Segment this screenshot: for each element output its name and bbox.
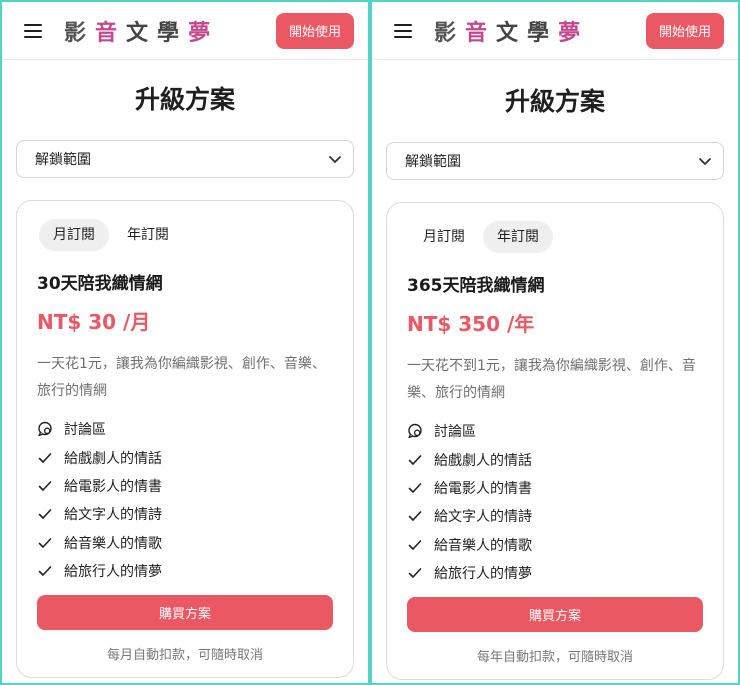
list-item: 給戲劇人的情話 <box>37 443 333 471</box>
buy-plan-button[interactable]: 購買方案 <box>37 595 333 631</box>
list-item: 給音樂人的情歌 <box>37 529 333 557</box>
scope-select[interactable]: 解鎖範圍 <box>386 142 724 180</box>
menu-icon[interactable] <box>24 23 42 38</box>
scope-select[interactable]: 解鎖範圍 <box>16 140 354 178</box>
feature-label: 給旅行人的情夢 <box>434 566 532 583</box>
chevron-down-icon <box>329 156 341 163</box>
tab-monthly[interactable]: 月訂閱 <box>409 221 479 253</box>
billing-note: 每月自動扣款，可隨時取消 <box>106 648 263 664</box>
start-button[interactable]: 開始使用 <box>275 12 354 49</box>
site-logo[interactable]: 影 音 文 學 夢 <box>64 15 219 47</box>
feature-label: 給電影人的情書 <box>434 480 532 497</box>
billing-tabs: 月訂閱 年訂閱 <box>39 219 333 251</box>
feature-label: 給文字人的情詩 <box>434 509 532 526</box>
logo-char: 影 <box>434 19 466 46</box>
feature-label: 給戲劇人的情話 <box>434 452 532 469</box>
check-icon <box>38 566 52 576</box>
plan-title: 30天陪我織情網 <box>37 274 163 294</box>
feature-label: 給戲劇人的情話 <box>64 450 162 467</box>
plan-description: 一天花不到1元，讓我為你編織影視、創作、音樂、旅行的情網 <box>407 358 696 401</box>
list-item: 討論區 <box>407 417 703 445</box>
feature-label: 給音樂人的情歌 <box>64 535 162 552</box>
page-title: 升級方案 <box>504 87 605 116</box>
logo-char: 影 <box>64 19 96 46</box>
page-title: 升級方案 <box>134 85 235 114</box>
feature-label: 給旅行人的情夢 <box>64 564 162 581</box>
list-item: 討論區 <box>37 415 333 443</box>
logo-char: 音 <box>465 19 497 46</box>
site-logo[interactable]: 影 音 文 學 夢 <box>434 15 589 47</box>
buy-plan-button[interactable]: 購買方案 <box>407 597 703 633</box>
start-button[interactable]: 開始使用 <box>645 12 724 49</box>
list-item: 給電影人的情書 <box>37 472 333 500</box>
feature-label: 給文字人的情詩 <box>64 507 162 524</box>
tab-yearly[interactable]: 年訂閱 <box>483 221 553 253</box>
chat-bubble-icon <box>408 423 422 439</box>
plan-description: 一天花1元，讓我為你編織影視、創作、音樂、旅行的情網 <box>37 356 326 399</box>
tab-yearly[interactable]: 年訂閱 <box>113 219 183 251</box>
billing-note: 每年自動扣款，可隨時取消 <box>476 650 633 666</box>
logo-char: 學 <box>157 19 189 46</box>
check-icon <box>38 481 52 491</box>
logo-char: 學 <box>527 19 559 46</box>
menu-icon[interactable] <box>394 23 412 38</box>
feature-list: 討論區 給戲劇人的情話 給電影人的情書 給文字人的情詩 給音樂人的情歌 給旅行人… <box>407 417 703 587</box>
feature-list: 討論區 給戲劇人的情話 給電影人的情書 給文字人的情詩 給音樂人的情歌 給旅行人… <box>37 415 333 585</box>
scope-select-value: 解鎖範圍 <box>35 152 91 168</box>
list-item: 給文字人的情詩 <box>37 500 333 528</box>
check-icon <box>408 539 422 550</box>
feature-label: 給音樂人的情歌 <box>434 537 532 554</box>
check-icon <box>38 537 52 548</box>
scope-select-value: 解鎖範圍 <box>405 154 461 170</box>
logo-char: 音 <box>95 19 127 46</box>
list-item: 給旅行人的情夢 <box>407 559 703 587</box>
check-icon <box>38 452 52 463</box>
feature-label: 討論區 <box>434 424 476 441</box>
top-nav: 影 音 文 學 夢 開始使用 <box>2 2 368 60</box>
phone-panel-yearly: 影 音 文 學 夢 開始使用 升級方案 解鎖範圍 月訂閱 年訂閱 365天陪我織… <box>372 2 738 683</box>
check-icon <box>408 568 422 578</box>
top-nav: 影 音 文 學 夢 開始使用 <box>372 2 738 60</box>
check-icon <box>408 511 422 522</box>
billing-tabs: 月訂閱 年訂閱 <box>409 221 703 253</box>
tab-monthly[interactable]: 月訂閱 <box>39 219 109 251</box>
list-item: 給電影人的情書 <box>407 474 703 502</box>
plan-card: 月訂閱 年訂閱 30天陪我織情網 NT$ 30 /月 一天花1元，讓我為你編織影… <box>16 200 354 678</box>
logo-char: 文 <box>126 19 158 46</box>
logo-char: 夢 <box>558 19 590 46</box>
phone-panel-monthly: 影 音 文 學 夢 開始使用 升級方案 解鎖範圍 月訂閱 年訂閱 30天陪我織情… <box>2 2 368 683</box>
logo-char: 夢 <box>188 19 220 46</box>
feature-label: 給電影人的情書 <box>64 478 162 495</box>
plan-price: NT$ 350 /年 <box>407 312 535 336</box>
list-item: 給旅行人的情夢 <box>37 557 333 585</box>
list-item: 給音樂人的情歌 <box>407 531 703 559</box>
check-icon <box>38 509 52 520</box>
plan-title: 365天陪我織情網 <box>407 276 545 296</box>
plan-card: 月訂閱 年訂閱 365天陪我織情網 NT$ 350 /年 一天花不到1元，讓我為… <box>386 202 724 680</box>
plan-price: NT$ 30 /月 <box>37 310 151 334</box>
check-icon <box>408 483 422 493</box>
chevron-down-icon <box>699 158 711 165</box>
check-icon <box>408 454 422 465</box>
list-item: 給戲劇人的情話 <box>407 445 703 473</box>
feature-label: 討論區 <box>64 422 106 439</box>
list-item: 給文字人的情詩 <box>407 502 703 530</box>
chat-bubble-icon <box>38 421 52 437</box>
logo-char: 文 <box>496 19 528 46</box>
